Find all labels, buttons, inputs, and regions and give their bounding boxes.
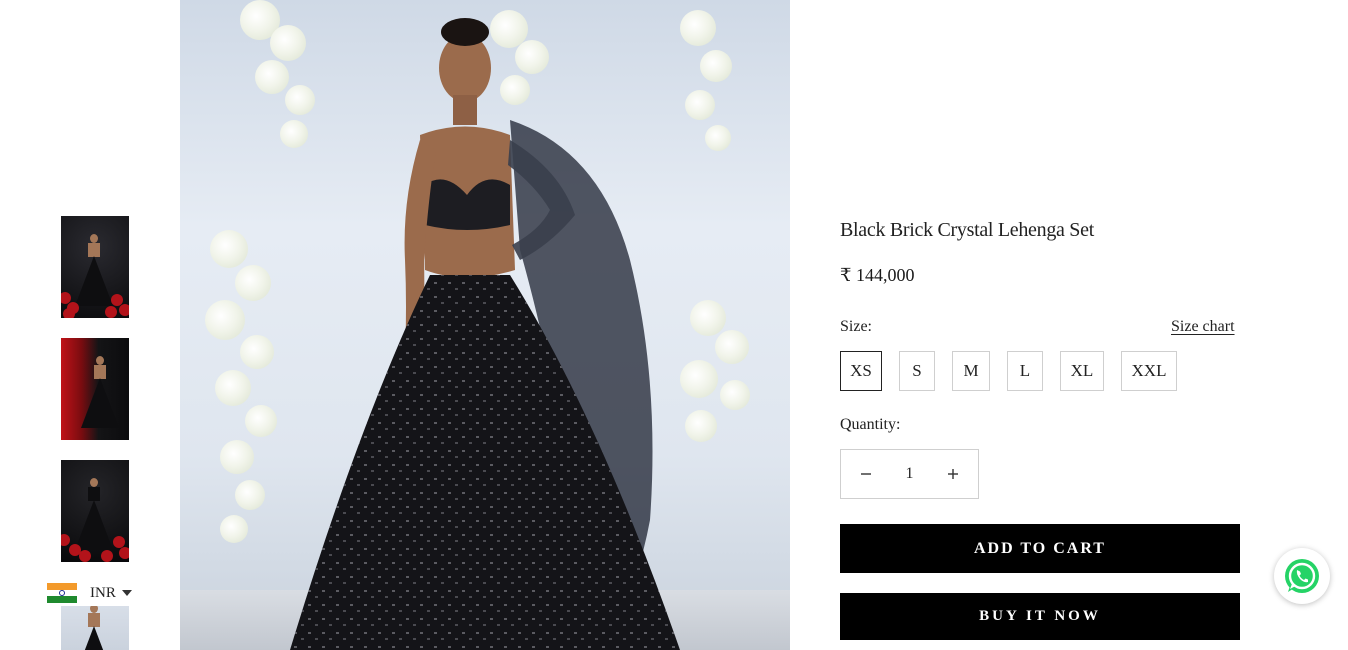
minus-icon [861, 473, 871, 475]
size-option-xxl[interactable]: XXL [1121, 351, 1177, 391]
add-to-cart-button[interactable]: ADD TO CART [840, 524, 1240, 573]
size-label: Size: [840, 318, 872, 335]
thumbnail-2[interactable] [61, 338, 129, 440]
quantity-increase-button[interactable] [928, 450, 978, 498]
whatsapp-chat-button[interactable] [1274, 548, 1330, 604]
quantity-label: Quantity: [840, 416, 901, 433]
currency-selector[interactable]: INR [47, 580, 137, 606]
india-flag-icon [47, 583, 77, 603]
size-option-m[interactable]: M [952, 351, 990, 391]
model-figure [290, 18, 680, 650]
size-options: XS S M L XL XXL [840, 351, 1177, 391]
size-chart-link[interactable]: Size chart [1171, 318, 1235, 336]
caret-down-icon [121, 590, 132, 596]
quantity-value[interactable]: 1 [891, 465, 928, 483]
whatsapp-icon [1285, 559, 1319, 593]
quantity-decrease-button[interactable] [841, 450, 891, 498]
size-option-l[interactable]: L [1007, 351, 1043, 391]
product-price: ₹ 144,000 [840, 265, 915, 285]
quantity-stepper: 1 [840, 449, 979, 499]
size-option-xs[interactable]: XS [840, 351, 882, 391]
thumbnail-3[interactable] [61, 460, 129, 562]
size-option-s[interactable]: S [899, 351, 935, 391]
product-title: Black Brick Crystal Lehenga Set [840, 219, 1094, 241]
main-product-image[interactable] [180, 0, 790, 650]
buy-it-now-button[interactable]: BUY IT NOW [840, 593, 1240, 640]
size-option-xl[interactable]: XL [1060, 351, 1104, 391]
currency-code: INR [90, 584, 116, 601]
plus-icon [948, 469, 958, 479]
thumbnail-1[interactable] [61, 216, 129, 318]
